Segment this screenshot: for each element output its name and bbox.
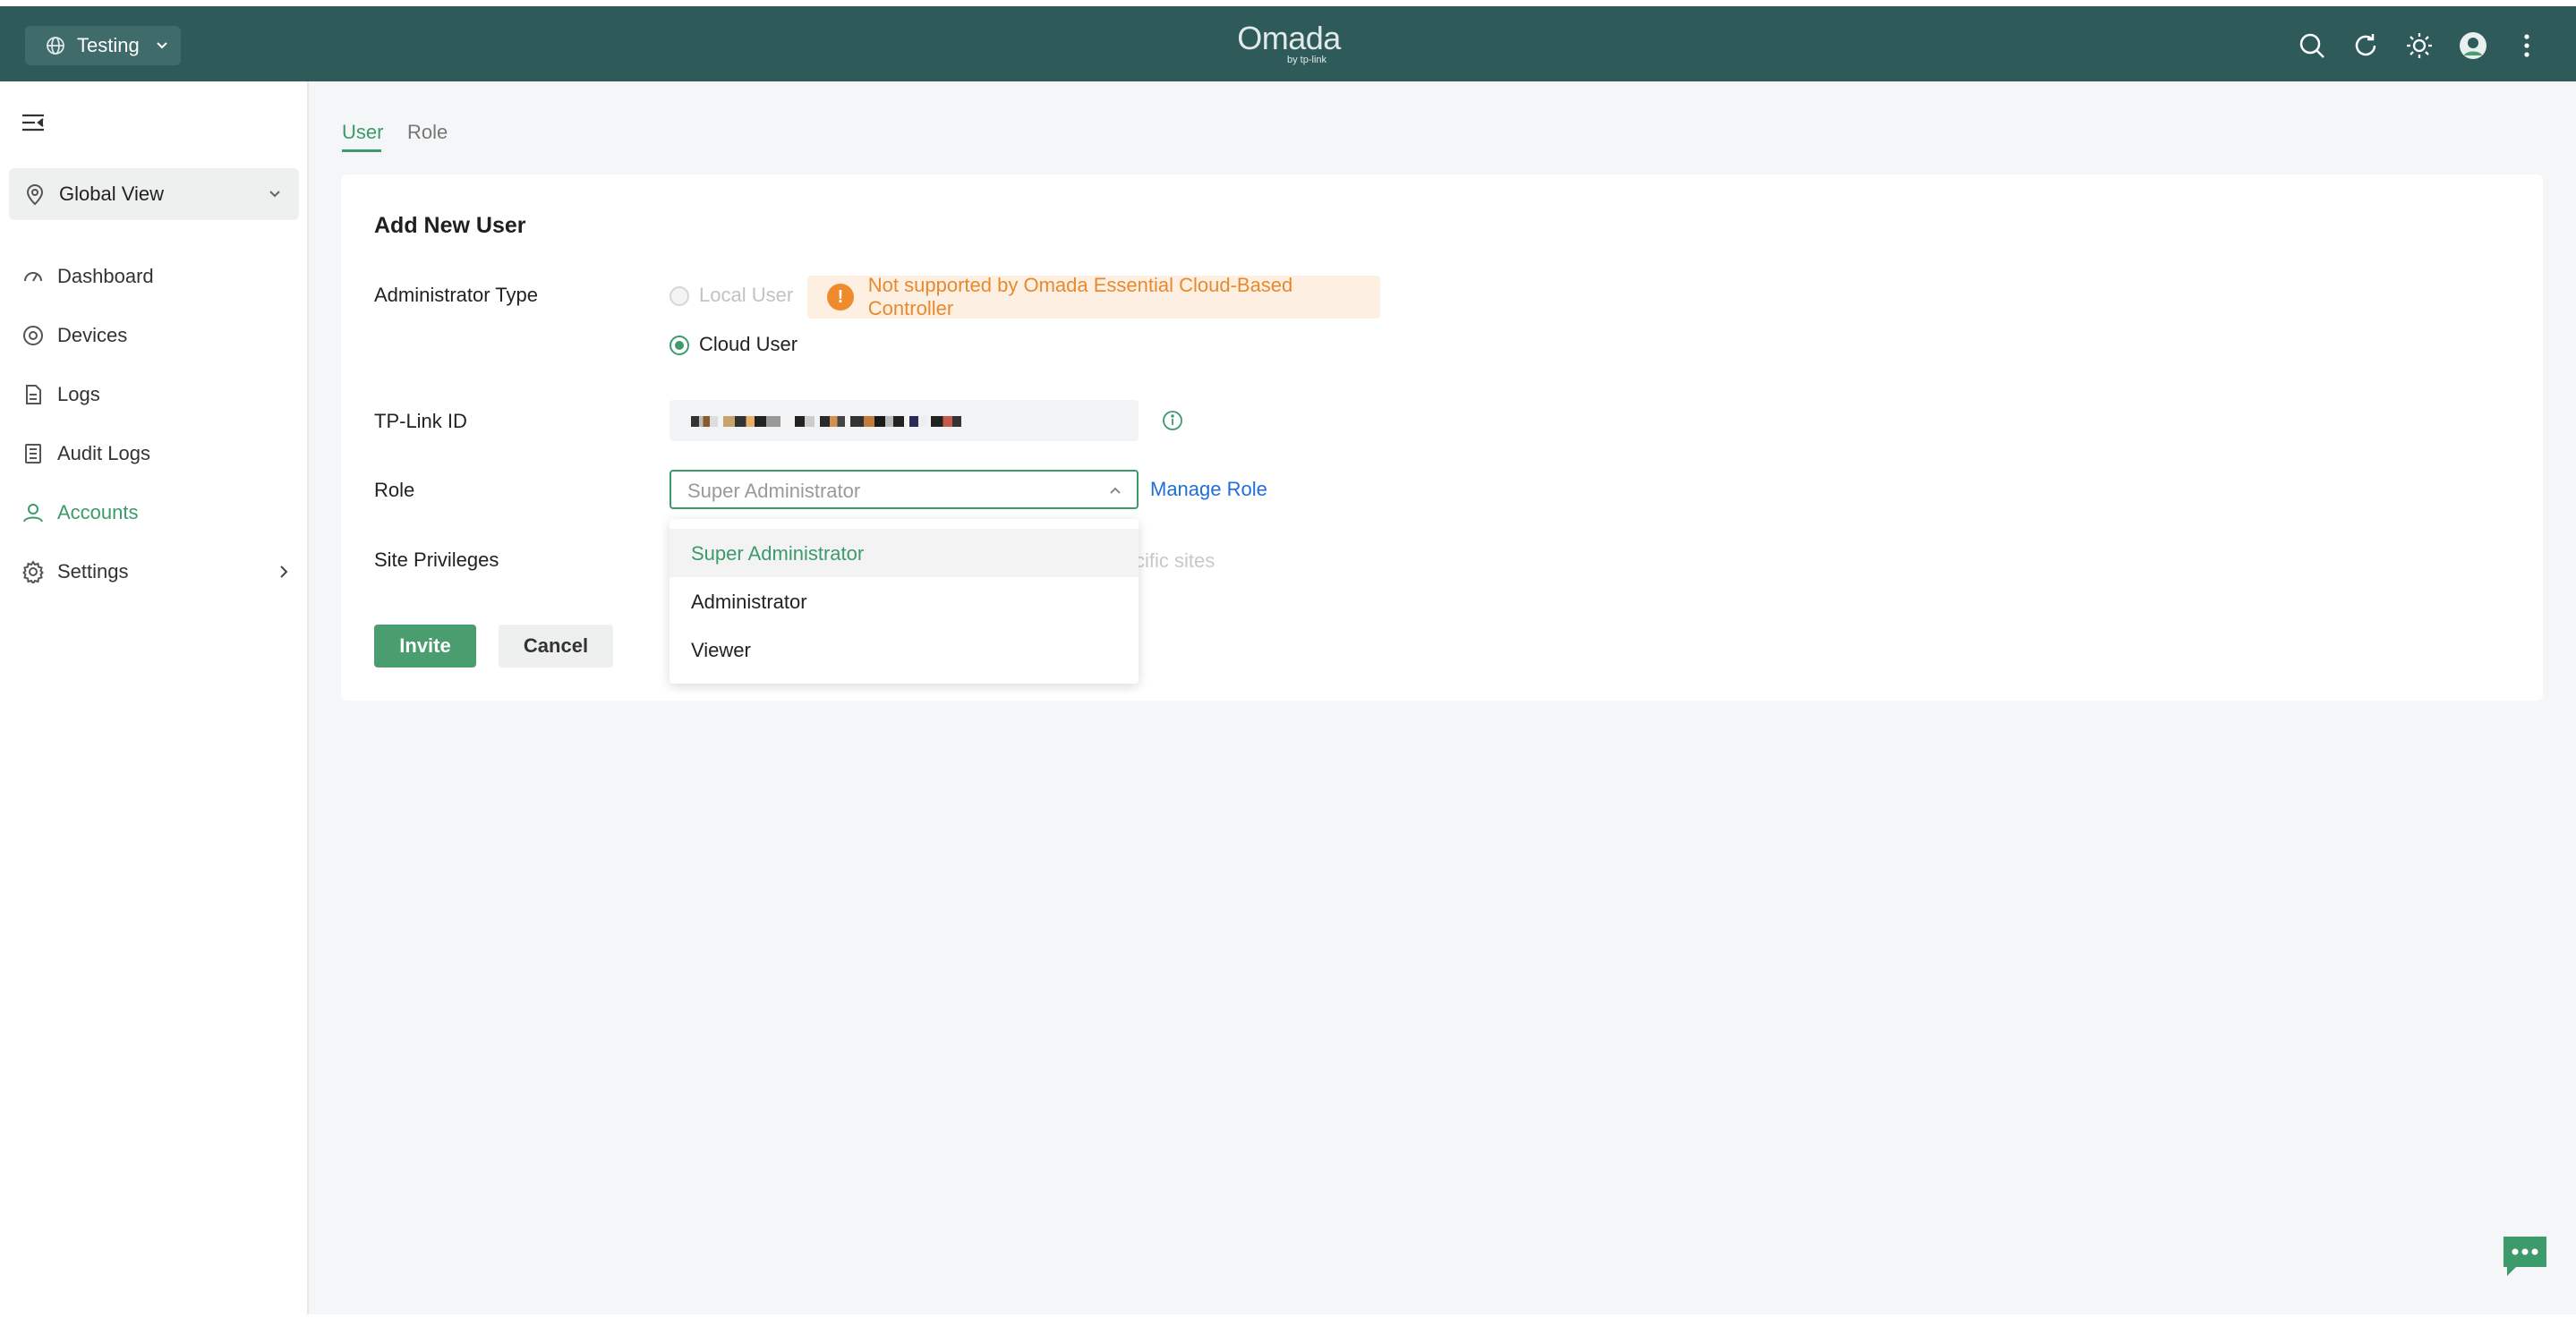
chevron-down-icon [157,42,167,49]
tab-active-indicator [342,149,381,152]
theme-icon[interactable] [2404,30,2435,61]
logs-icon [26,385,41,404]
chevron-right-icon [280,565,288,578]
invite-button[interactable]: Invite [374,625,476,668]
accounts-icon [23,504,43,523]
tplink-id-label: TP-Link ID [374,410,467,432]
search-icon[interactable] [2297,30,2327,61]
sidebar-item-label: Logs [57,383,100,405]
sidebar-item-label: Devices [57,324,128,346]
warning-text: Not supported by Omada Essential Cloud-B… [867,274,1293,319]
info-icon[interactable] [1162,410,1183,431]
role-select[interactable]: Super Administrator [670,470,1139,509]
audit-logs-icon [25,444,41,463]
menu-collapse-icon[interactable] [20,110,47,137]
sidebar-item-label: Dashboard [57,265,154,287]
chevron-up-icon [1110,487,1121,494]
warning-banner: ! Not supported by Omada Essential Cloud… [807,274,1380,319]
dashboard-icon [24,272,42,282]
tplink-id-field[interactable] [670,400,1139,441]
administrator-type-label: Administrator Type [374,284,539,306]
role-option-label: Viewer [691,639,751,661]
sidebar-item-accounts[interactable]: Accounts [21,495,139,531]
sidebar-item-label: Accounts [57,501,139,523]
role-label: Role [374,479,415,501]
sidebar-item-dashboard[interactable]: Dashboard [21,259,154,294]
chat-icon[interactable] [2500,1233,2550,1280]
top-bar: Testing Omada by tp-link [0,6,2576,81]
role-option-administrator[interactable]: Administrator [670,577,1139,625]
omada-logo: Omada by tp-link [1235,22,1343,69]
app-frame: Testing Omada by tp-link Global View Das… [0,6,2576,1314]
avatar[interactable] [2458,30,2488,61]
page-title: Add New User [374,213,526,238]
tab-user[interactable]: User [342,121,383,144]
globe-icon [47,37,64,55]
cloud-user-label: Cloud User [699,333,798,355]
role-option-super-administrator[interactable]: Super Administrator [670,529,1139,577]
chevron-down-icon [269,191,280,198]
sidebar-item-settings[interactable]: Settings [21,554,129,590]
role-option-viewer[interactable]: Viewer [670,625,1139,674]
local-user-radio[interactable] [670,286,689,306]
manage-role-link[interactable]: Manage Role [1150,478,1267,501]
tab-role[interactable]: Role [407,121,448,144]
role-select-value: Super Administrator [687,480,861,502]
location-pin-icon [26,184,44,206]
cloud-user-radio[interactable] [670,336,689,355]
sidebar-item-audit-logs[interactable]: Audit Logs [21,436,150,472]
role-dropdown-menu: Super Administrator Administrator Viewer [670,519,1139,684]
role-option-label: Administrator [691,591,807,613]
refresh-icon[interactable] [2350,30,2381,61]
site-privileges-label: Site Privileges [374,548,499,571]
logo-brand: Omada [1237,20,1341,56]
sidebar-item-label: Audit Logs [57,442,150,464]
cancel-button[interactable]: Cancel [499,625,613,668]
sidebar: Global View Dashboard Devices Logs Audit… [0,81,309,1314]
sidebar-item-label: Settings [57,560,129,582]
global-view-selector[interactable]: Global View [9,168,299,220]
local-user-label: Local User [699,284,794,306]
more-icon[interactable] [2512,30,2542,61]
site-selector-label: Testing [77,34,140,56]
sidebar-item-logs[interactable]: Logs [21,377,100,412]
site-selector[interactable]: Testing [25,26,181,65]
site-privileges-option-text: cific sites [1135,549,1215,572]
settings-icon [22,560,44,583]
warning-icon: ! [827,284,854,310]
global-view-label: Global View [59,183,164,205]
devices-icon [23,326,43,345]
role-option-label: Super Administrator [691,542,865,565]
sidebar-item-devices[interactable]: Devices [21,318,127,353]
